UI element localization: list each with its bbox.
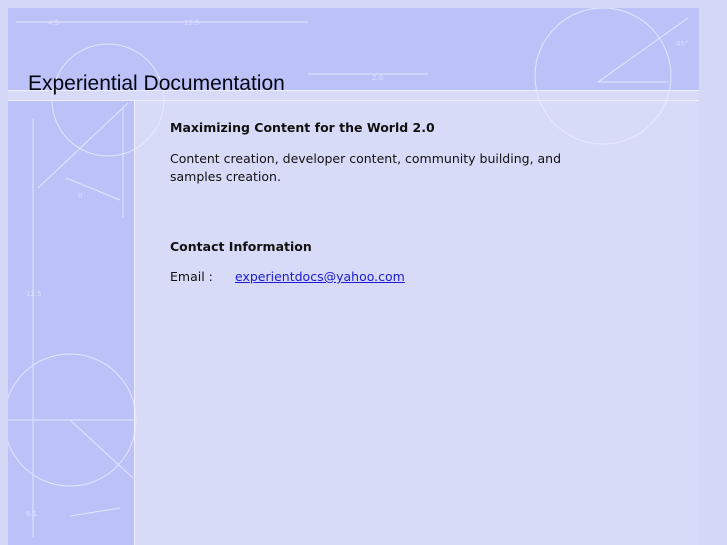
sidebar-divider (134, 100, 135, 545)
tagline-heading: Maximizing Content for the World 2.0 (170, 120, 435, 135)
svg-text:6.1: 6.1 (26, 510, 37, 518)
svg-text:4.5: 4.5 (48, 19, 59, 27)
email-label: Email : (170, 269, 213, 284)
contact-heading: Contact Information (170, 239, 312, 254)
main-content: Maximizing Content for the World 2.0 Con… (170, 120, 610, 285)
site-title: Experiential Documentation (28, 72, 285, 95)
svg-text:45°: 45° (676, 40, 688, 48)
svg-text:12.5: 12.5 (26, 290, 42, 298)
service-description: Content creation, developer content, com… (170, 151, 562, 184)
svg-text:0: 0 (78, 192, 82, 200)
page-frame: 4.5 22.5 2.0 45° 12.5 6.1 0 Experiential… (8, 8, 699, 545)
email-link[interactable]: experientdocs@yahoo.com (235, 269, 405, 285)
header-divider-bottom (8, 100, 699, 101)
svg-text:22.5: 22.5 (184, 19, 200, 27)
svg-text:2.0: 2.0 (372, 74, 383, 82)
email-row: Email : experientdocs@yahoo.com (170, 269, 610, 285)
